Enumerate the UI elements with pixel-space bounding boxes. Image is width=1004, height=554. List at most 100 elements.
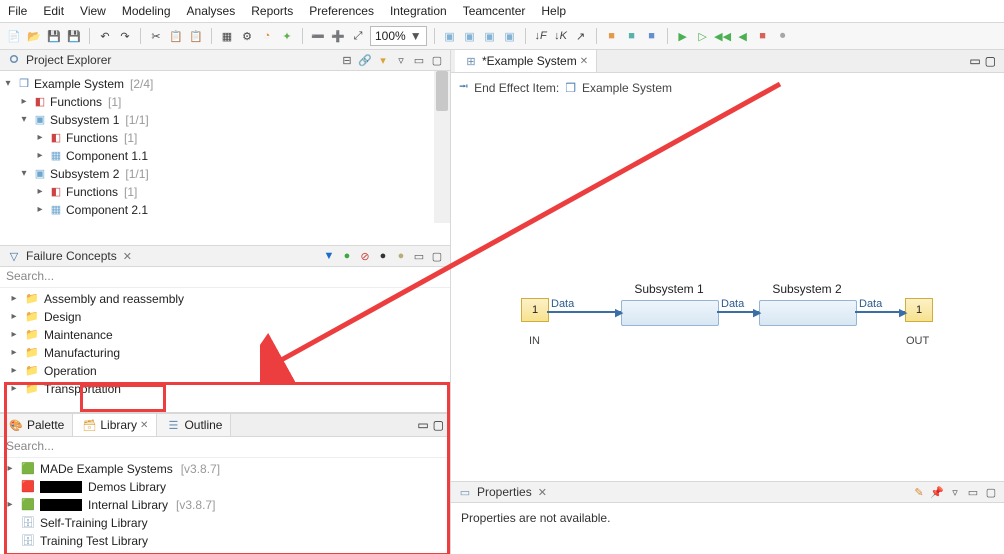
tb-zoomout-icon[interactable]: ➖ (310, 28, 326, 44)
scrollbar-thumb[interactable] (436, 71, 448, 111)
menu-teamcenter[interactable]: Teamcenter (463, 4, 526, 18)
tb-saveall-icon[interactable]: 💾 (66, 28, 82, 44)
tab-library[interactable]: 🗃 Library ✕ (73, 413, 157, 436)
tb-spark-icon[interactable]: ✦ (279, 28, 295, 44)
expand-icon[interactable]: ▸ (34, 147, 46, 165)
view-menu-icon[interactable]: ▿ (948, 485, 962, 499)
zoom-select[interactable]: 100% ▼ (370, 26, 427, 46)
menu-integration[interactable]: Integration (390, 4, 447, 18)
maximize-icon[interactable]: ▢ (984, 485, 998, 499)
tb-stop-icon[interactable]: ■ (755, 28, 771, 44)
fc-item[interactable]: ▸📁Transportation (4, 380, 446, 398)
tb-copy-icon[interactable]: 📋 (168, 28, 184, 44)
scrollbar[interactable] (434, 71, 450, 223)
tb-zoomin-icon[interactable]: ➕ (330, 28, 346, 44)
fc-item[interactable]: ▸📁Maintenance (4, 326, 446, 344)
lib-item[interactable]: 🗄 Training Test Library (4, 532, 446, 550)
collapse-icon[interactable]: ▾ (18, 111, 30, 129)
tb-chart-icon[interactable]: ◔ (259, 28, 275, 44)
maximize-icon[interactable]: ▢ (433, 418, 450, 432)
green-circle-icon[interactable]: ● (340, 249, 354, 263)
fc-item[interactable]: ▸📁Assembly and reassembly (4, 290, 446, 308)
breadcrumb-value[interactable]: Example System (582, 81, 672, 95)
expand-icon[interactable]: ▸ (18, 93, 30, 111)
minimize-icon[interactable]: ▭ (965, 54, 984, 68)
tb-redo-icon[interactable]: ↷ (117, 28, 133, 44)
tb-square-orange-icon[interactable]: ■ (604, 28, 620, 44)
tb-gear-icon[interactable]: ⚙ (239, 28, 255, 44)
close-icon[interactable]: ✕ (580, 56, 588, 67)
close-icon[interactable]: ✕ (140, 420, 148, 431)
tb-fit-icon[interactable]: ⤢ (350, 28, 366, 44)
collapse-icon[interactable]: ▾ (18, 165, 30, 183)
tb-record-icon[interactable]: ⏺ (775, 28, 791, 44)
tree-item-functions[interactable]: ▸ ◧ Functions [1] (2, 93, 446, 111)
fc-item[interactable]: ▸📁Design (4, 308, 446, 326)
blue-triangle-icon[interactable]: ▼ (322, 249, 336, 263)
minimize-icon[interactable]: ▭ (966, 485, 980, 499)
tree-item-component21[interactable]: ▸ ▦ Component 2.1 (2, 201, 446, 219)
edit-icon[interactable]: ✎ (912, 485, 926, 499)
tb-cube2-icon[interactable]: ▣ (462, 28, 478, 44)
tb-cube4-icon[interactable]: ▣ (502, 28, 518, 44)
lib-item[interactable]: ▸ 🟩 Internal Library [v3.8.7] (4, 496, 446, 514)
close-icon[interactable]: ✕ (538, 486, 547, 499)
library-search-input[interactable]: Search... (6, 439, 54, 453)
tb-play-icon[interactable]: ▶ (675, 28, 691, 44)
tb-square-blue-icon[interactable]: ■ (644, 28, 660, 44)
tb-save-icon[interactable]: 💾 (46, 28, 62, 44)
minimize-icon[interactable]: ▭ (412, 249, 426, 263)
tb-cube-icon[interactable]: ▣ (442, 28, 458, 44)
tb-skip-icon[interactable]: ◀ (735, 28, 751, 44)
tree-item-subsystem2[interactable]: ▾ ▣ Subsystem 2 [1/1] (2, 165, 446, 183)
menu-help[interactable]: Help (541, 4, 566, 18)
tb-box-icon[interactable]: ▦ (219, 28, 235, 44)
tb-paste-icon[interactable]: 📋 (188, 28, 204, 44)
tb-play2-icon[interactable]: ▷ (695, 28, 711, 44)
menu-preferences[interactable]: Preferences (309, 4, 374, 18)
pin-icon[interactable]: 📌 (930, 485, 944, 499)
tb-cut-icon[interactable]: ✂ (148, 28, 164, 44)
close-icon[interactable]: ✕ (123, 250, 132, 263)
expand-icon[interactable]: ▸ (34, 129, 46, 147)
tb-open-icon[interactable]: 📂 (26, 28, 42, 44)
tb-new-icon[interactable]: 📄 (6, 28, 22, 44)
maximize-icon[interactable]: ▢ (430, 249, 444, 263)
tb-rewind-icon[interactable]: ◀◀ (715, 28, 731, 44)
link-editor-icon[interactable]: 🔗 (358, 53, 372, 67)
minimize-icon[interactable]: ▭ (412, 53, 426, 67)
collapse-all-icon[interactable]: ⊟ (340, 53, 354, 67)
maximize-icon[interactable]: ▢ (985, 54, 1004, 68)
tree-item-subsystem1[interactable]: ▾ ▣ Subsystem 1 [1/1] (2, 111, 446, 129)
menu-edit[interactable]: Edit (43, 4, 64, 18)
fc-item[interactable]: ▸📁Operation (4, 362, 446, 380)
tree-item-component11[interactable]: ▸ ▦ Component 1.1 (2, 147, 446, 165)
fc-item[interactable]: ▸📁Manufacturing (4, 344, 446, 362)
editor-tab[interactable]: ⊞ *Example System ✕ (455, 49, 597, 72)
minimize-icon[interactable]: ▭ (413, 418, 432, 432)
expand-icon[interactable]: ▸ (34, 183, 46, 201)
menu-analyses[interactable]: Analyses (187, 4, 236, 18)
filter-icon[interactable]: ▾ (376, 53, 390, 67)
maximize-icon[interactable]: ▢ (430, 53, 444, 67)
tree-item-functions[interactable]: ▸ ◧ Functions [1] (2, 129, 446, 147)
red-no-entry-icon[interactable]: ⊘ (358, 249, 372, 263)
diagram-canvas[interactable]: 1 IN Subsystem 1 Subsystem 2 1 OUT Data … (451, 102, 1004, 481)
tab-outline[interactable]: ☰ Outline (157, 414, 231, 436)
lib-item[interactable]: ▸ 🟩 MADe Example Systems [v3.8.7] (4, 460, 446, 478)
lib-item[interactable]: 🗄 Self-Training Library (4, 514, 446, 532)
tb-cube3-icon[interactable]: ▣ (482, 28, 498, 44)
in-port[interactable]: 1 (521, 298, 549, 322)
node-subsystem1[interactable] (621, 300, 719, 326)
view-menu-icon[interactable]: ▿ (394, 53, 408, 67)
tb-square-teal-icon[interactable]: ■ (624, 28, 640, 44)
menu-view[interactable]: View (80, 4, 106, 18)
menu-reports[interactable]: Reports (251, 4, 293, 18)
menu-file[interactable]: File (8, 4, 27, 18)
tree-root[interactable]: ▾ ❒ Example System [2/4] (2, 75, 446, 93)
out-port[interactable]: 1 (905, 298, 933, 322)
tb-iF-icon[interactable]: ↓F (533, 28, 549, 44)
tab-palette[interactable]: 🎨 Palette (0, 414, 73, 436)
tb-undo-icon[interactable]: ↶ (97, 28, 113, 44)
tb-iK-icon[interactable]: ↓K (553, 28, 569, 44)
